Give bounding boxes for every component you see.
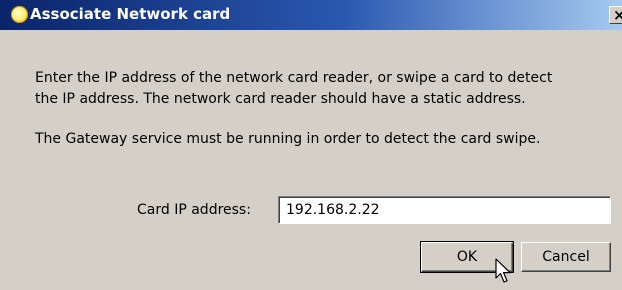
associate-network-card-dialog: Associate Network card × Enter the IP ad… (0, 0, 622, 290)
instruction-text-line-1: Enter the IP address of the network card… (35, 70, 553, 86)
instruction-text-line-2: the IP address. The network card reader … (35, 91, 526, 107)
card-ip-address-input[interactable] (278, 196, 611, 224)
gateway-note-text: The Gateway service must be running in o… (35, 131, 541, 147)
cancel-button[interactable]: Cancel (521, 242, 611, 272)
title-bar[interactable]: Associate Network card × (0, 0, 622, 30)
close-icon: × (613, 6, 622, 24)
close-button[interactable]: × (609, 6, 622, 24)
window-title: Associate Network card (30, 5, 231, 23)
mouse-pointer-icon (495, 258, 511, 283)
card-ip-address-label: Card IP address: (137, 202, 251, 218)
app-icon (11, 6, 28, 23)
